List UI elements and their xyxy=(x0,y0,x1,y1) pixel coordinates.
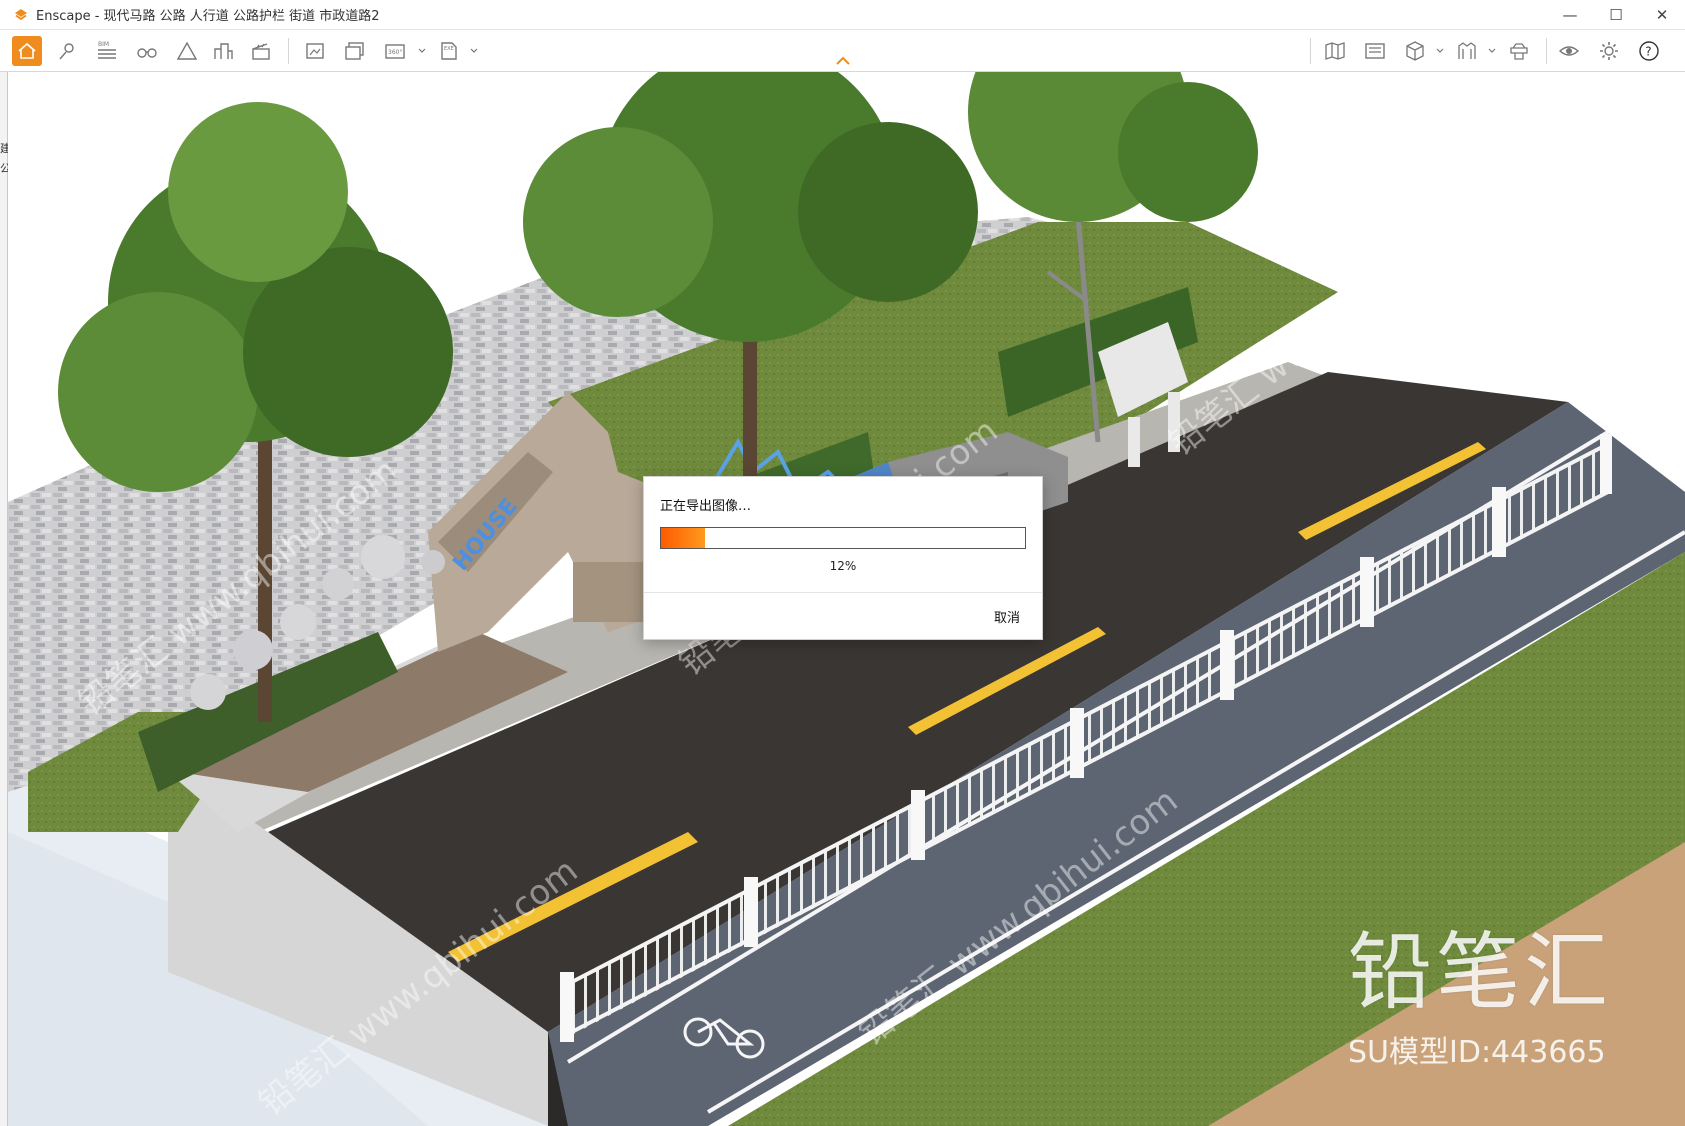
window-title: Enscape - 现代马路 公路 人行道 公路护栏 街道 市政道路2 xyxy=(36,9,380,24)
screenshot-button[interactable] xyxy=(300,36,330,66)
panorama-360-icon: 360° xyxy=(385,44,405,59)
settings-button[interactable] xyxy=(1594,36,1624,66)
chevron-down-icon[interactable] xyxy=(1436,47,1444,55)
asset-library-icon xyxy=(1458,42,1476,59)
chevron-down-icon[interactable] xyxy=(470,47,478,55)
close-button[interactable]: ✕ xyxy=(1639,0,1685,30)
eye-icon xyxy=(1558,46,1580,56)
home-button[interactable] xyxy=(12,36,42,66)
chevron-down-icon[interactable] xyxy=(1488,47,1496,55)
visual-settings-button[interactable] xyxy=(1554,36,1584,66)
enscape-logo-icon xyxy=(15,8,27,20)
toolbar-separator xyxy=(288,38,289,64)
export-exe-button[interactable]: EXE xyxy=(434,36,464,66)
svg-text:EXE: EXE xyxy=(444,46,454,52)
batch-render-icon xyxy=(345,42,364,60)
bim-list-icon: BIM xyxy=(98,41,116,59)
progress-percent: 12% xyxy=(829,559,857,573)
help-button[interactable]: ? xyxy=(1634,36,1664,66)
screenshot-icon xyxy=(306,43,324,59)
help-icon: ? xyxy=(1639,41,1659,61)
material-editor-button[interactable] xyxy=(1504,36,1534,66)
dialog-divider xyxy=(644,592,1042,593)
maximize-button[interactable]: ☐ xyxy=(1593,0,1639,30)
buildings-button[interactable] xyxy=(208,36,238,66)
svg-text:?: ? xyxy=(1645,45,1651,59)
home-icon xyxy=(18,42,36,59)
progress-fill xyxy=(661,528,705,548)
mountain-icon xyxy=(176,41,198,60)
batch-render-button[interactable] xyxy=(340,36,370,66)
progress-bar xyxy=(660,527,1026,549)
toolbar-separator xyxy=(1546,38,1547,64)
location-pin-icon xyxy=(59,43,74,60)
chevron-down-icon[interactable] xyxy=(418,47,426,55)
svg-text:360°: 360° xyxy=(388,49,402,56)
minimize-button[interactable]: — xyxy=(1547,0,1593,30)
binoculars-icon xyxy=(137,48,157,58)
export-exe-icon: EXE xyxy=(441,42,457,60)
dialog-title: 正在导出图像… xyxy=(660,499,752,514)
terrain-button[interactable] xyxy=(172,36,202,66)
map-icon xyxy=(1325,42,1345,60)
clapperboard-icon xyxy=(252,43,270,60)
model-id-watermark: SU模型ID:443665 xyxy=(1348,1035,1606,1070)
collapse-toolbar-icon[interactable] xyxy=(835,56,851,66)
svg-text:BIM: BIM xyxy=(98,41,109,48)
panorama-button[interactable]: 360° xyxy=(380,36,410,66)
image-gallery-button[interactable] xyxy=(1360,36,1390,66)
cancel-button[interactable]: 取消 xyxy=(994,607,1020,626)
bim-button[interactable]: BIM xyxy=(92,36,122,66)
cube-icon xyxy=(1406,41,1424,61)
asset-library-button[interactable] xyxy=(1452,36,1482,66)
walk-mode-button[interactable] xyxy=(132,36,162,66)
settings-icon xyxy=(1600,42,1618,60)
views-button[interactable] xyxy=(52,36,82,66)
buildings-icon xyxy=(214,43,233,59)
background-window-edge: 建 公 xyxy=(0,72,11,1126)
export-progress-dialog: 正在导出图像… 12% 取消 xyxy=(643,476,1043,640)
video-editor-button[interactable] xyxy=(246,36,276,66)
title-bar: Enscape - 现代马路 公路 人行道 公路护栏 街道 市政道路2 — ☐ … xyxy=(0,0,1685,30)
toolbar-separator xyxy=(1310,38,1311,64)
asset-button[interactable] xyxy=(1400,36,1430,66)
brand-watermark: 铅笔汇 xyxy=(1348,923,1613,1021)
material-icon xyxy=(1510,43,1528,60)
image-gallery-icon xyxy=(1365,43,1385,59)
map-button[interactable] xyxy=(1320,36,1350,66)
